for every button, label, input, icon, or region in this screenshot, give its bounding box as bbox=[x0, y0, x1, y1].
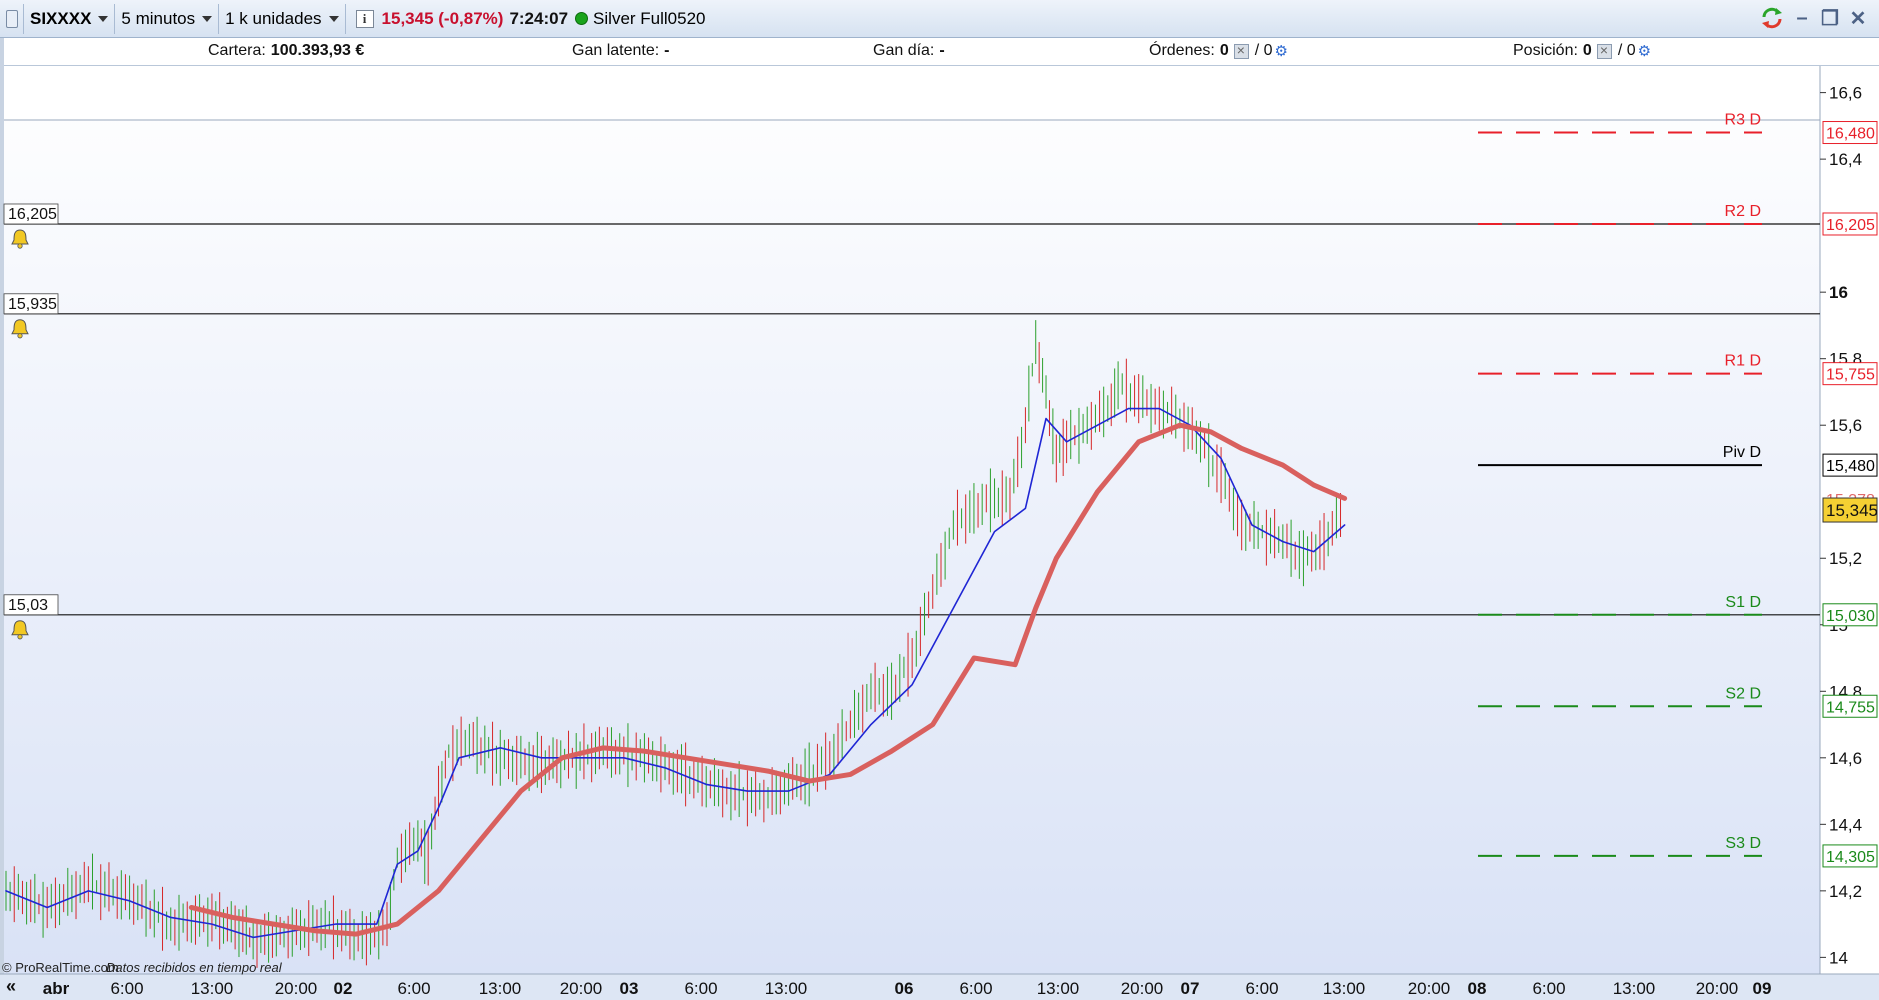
orders-value: 0 bbox=[1219, 42, 1229, 59]
account-bar: Cartera: 100.393,93 € Gan latente: - Gan… bbox=[0, 38, 1879, 66]
connection-status-icon bbox=[575, 12, 589, 25]
y-tick-label: 15,2 bbox=[1829, 549, 1862, 568]
x-tick-label: 6:00 bbox=[1245, 979, 1278, 998]
alert-label: 15,935 bbox=[8, 296, 57, 313]
pivot-name: S1 D bbox=[1725, 594, 1761, 611]
position-settings-icon[interactable]: ⚙ bbox=[1638, 42, 1651, 60]
trading-window: SIXXXX 5 minutos 1 k unidades i 15,345 (… bbox=[0, 0, 1879, 1000]
units-selector[interactable]: 1 k unidades bbox=[219, 3, 346, 34]
plot-area[interactable] bbox=[4, 66, 1820, 974]
x-tick-label: 13:00 bbox=[479, 979, 522, 998]
x-tick-label: 20:00 bbox=[1121, 979, 1164, 998]
unrealized-gain-label: Gan latente: bbox=[572, 42, 660, 59]
daily-gain-value: - bbox=[939, 42, 945, 59]
y-tick-label: 14,2 bbox=[1829, 882, 1862, 901]
scroll-left-icon[interactable]: « bbox=[6, 976, 16, 996]
x-tick-label: 20:00 bbox=[275, 979, 318, 998]
x-tick-label: 6:00 bbox=[397, 979, 430, 998]
refresh-icon[interactable] bbox=[1759, 5, 1785, 31]
orders-settings-icon[interactable]: ⚙ bbox=[1275, 42, 1288, 60]
minimize-icon[interactable]: – bbox=[1791, 5, 1813, 31]
y-tick-label: 16,6 bbox=[1829, 84, 1862, 103]
restore-icon[interactable]: ❐ bbox=[1819, 5, 1841, 31]
pivot-name: R1 D bbox=[1725, 353, 1761, 370]
position-total: / 0 bbox=[1617, 42, 1636, 59]
x-tick-label: 13:00 bbox=[1323, 979, 1366, 998]
unrealized-gain: Gan latente: - bbox=[572, 42, 670, 60]
daily-gain: Gan día: - bbox=[873, 42, 945, 60]
position-label: Posición: bbox=[1513, 42, 1578, 59]
x-tick-label: 20:00 bbox=[1408, 979, 1451, 998]
pivot-name: R3 D bbox=[1725, 112, 1761, 129]
pin-handle[interactable] bbox=[0, 3, 24, 34]
alert-label: 16,205 bbox=[8, 206, 57, 223]
last-update-time: 7:24:07 bbox=[509, 8, 569, 28]
unrealized-gain-value: - bbox=[664, 42, 670, 59]
x-tick-label: 07 bbox=[1181, 979, 1200, 998]
top-panel bbox=[4, 66, 1820, 120]
timeframe-selector[interactable]: 5 minutos bbox=[115, 3, 220, 34]
brand-text: © ProRealTime.com bbox=[2, 960, 119, 975]
position-summary: Posición: 0 / 0 ⚙ bbox=[1513, 42, 1651, 61]
pivot-name: R2 D bbox=[1725, 203, 1761, 220]
y-tick-label: 16 bbox=[1829, 283, 1848, 302]
y-tick-label: 14,6 bbox=[1829, 749, 1862, 768]
x-tick-label: 08 bbox=[1468, 979, 1487, 998]
orders-summary: Órdenes: 0 / 0 ⚙ bbox=[1149, 42, 1288, 61]
close-position-icon[interactable] bbox=[1596, 42, 1612, 59]
position-value: 0 bbox=[1582, 42, 1592, 59]
symbol-selector[interactable]: SIXXXX bbox=[24, 3, 116, 34]
window-controls: – ❐ ✕ bbox=[1759, 5, 1869, 31]
pivot-price-label: 15,755 bbox=[1826, 367, 1875, 384]
cancel-orders-icon[interactable] bbox=[1233, 42, 1249, 59]
orders-total: / 0 bbox=[1254, 42, 1273, 59]
x-tick-label: 13:00 bbox=[191, 979, 234, 998]
x-tick-label: 13:00 bbox=[1037, 979, 1080, 998]
x-tick-label: abr bbox=[43, 979, 70, 998]
x-tick-label: 09 bbox=[1753, 979, 1772, 998]
x-tick-label: 20:00 bbox=[1696, 979, 1739, 998]
x-tick-label: 06 bbox=[895, 979, 914, 998]
x-tick-label: 6:00 bbox=[110, 979, 143, 998]
price-chart[interactable]: 16,205 15,935 15,03 R3 D R2 D R1 D Piv D S1 D S… bbox=[0, 66, 1879, 1000]
pin-icon bbox=[5, 9, 18, 28]
orders-label: Órdenes: bbox=[1149, 42, 1215, 59]
pivot-name: S2 D bbox=[1725, 685, 1761, 702]
y-tick-label: 14 bbox=[1829, 948, 1848, 967]
x-tick-label: 20:00 bbox=[560, 979, 603, 998]
chart-toolbar: SIXXXX 5 minutos 1 k unidades i 15,345 (… bbox=[0, 0, 1879, 38]
close-icon[interactable]: ✕ bbox=[1847, 5, 1869, 31]
pivot-name: Piv D bbox=[1723, 444, 1761, 461]
alert-label: 15,03 bbox=[8, 597, 48, 614]
pivot-price-label: 15,030 bbox=[1826, 608, 1875, 625]
pivot-price-label: 15,480 bbox=[1826, 458, 1875, 475]
realtime-note: Datos recibidos en tiempo real bbox=[106, 960, 283, 975]
pivot-price-label: 16,480 bbox=[1826, 126, 1875, 143]
y-tick-label: 16,4 bbox=[1829, 150, 1862, 169]
y-tick-label: 14,4 bbox=[1829, 815, 1862, 834]
x-tick-label: 6:00 bbox=[684, 979, 717, 998]
x-tick-label: 02 bbox=[334, 979, 353, 998]
pivot-name: S3 D bbox=[1725, 835, 1761, 852]
portfolio-summary: Cartera: 100.393,93 € bbox=[208, 42, 364, 60]
account-name: Silver Full0520 bbox=[593, 8, 706, 28]
daily-gain-label: Gan día: bbox=[873, 42, 935, 59]
pivot-price-label: 14,755 bbox=[1826, 699, 1875, 716]
x-tick-label: 6:00 bbox=[959, 979, 992, 998]
last-price-label: 15,345 bbox=[1826, 501, 1878, 520]
pivot-price-label: 16,205 bbox=[1826, 217, 1875, 234]
pivot-price-label: 14,305 bbox=[1826, 849, 1875, 866]
portfolio-value: 100.393,93 € bbox=[270, 42, 365, 59]
x-tick-label: 6:00 bbox=[1532, 979, 1565, 998]
info-icon[interactable]: i bbox=[355, 9, 374, 28]
x-tick-label: 13:00 bbox=[765, 979, 808, 998]
portfolio-label: Cartera: bbox=[208, 42, 266, 59]
last-price-change: 15,345 (-0,87%) bbox=[381, 8, 504, 28]
x-tick-label: 13:00 bbox=[1613, 979, 1656, 998]
y-tick-label: 15,6 bbox=[1829, 416, 1862, 435]
x-tick-label: 03 bbox=[620, 979, 639, 998]
